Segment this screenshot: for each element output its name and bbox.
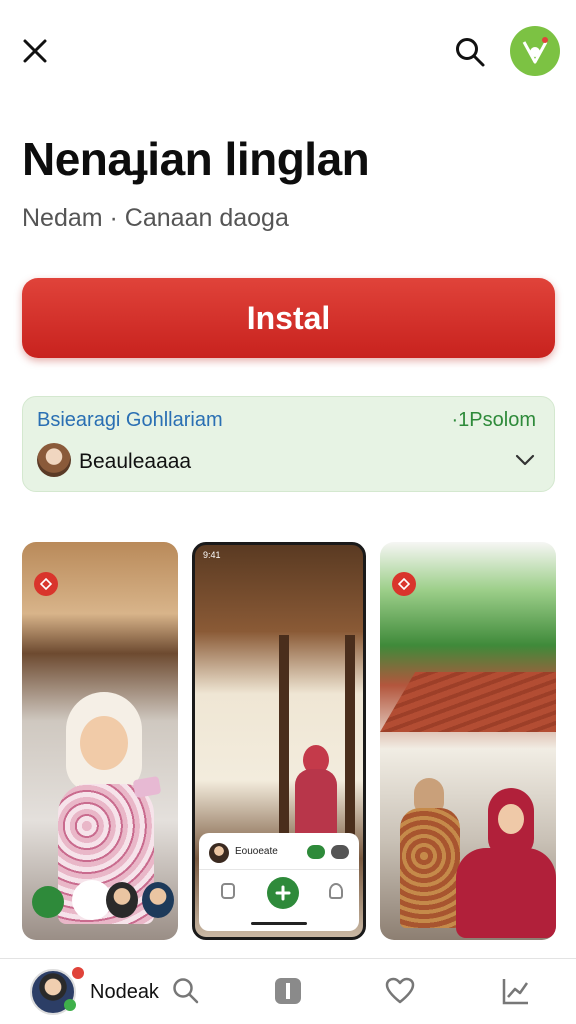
- developer-card[interactable]: Bsiearagi Gohllariam ·1Psolom Beauleaaaa: [22, 396, 555, 492]
- developer-avatar: [37, 443, 71, 477]
- screenshot-3[interactable]: [380, 542, 556, 940]
- pin-icon: [34, 572, 58, 596]
- developer-card-badge: ·1Psolom: [451, 409, 536, 431]
- search-button[interactable]: [448, 30, 492, 74]
- nav-search[interactable]: [168, 973, 204, 1009]
- contact-name: Eouoeate: [235, 846, 278, 857]
- nav-stats[interactable]: [498, 973, 534, 1009]
- add-icon: [267, 877, 299, 909]
- app-subtitle: Nedam · Canaan daoga: [22, 204, 289, 232]
- app-logo-icon: [522, 37, 548, 64]
- app-icon: [275, 978, 301, 1004]
- house-post: [279, 635, 289, 835]
- search-icon: [456, 38, 485, 67]
- online-badge: [64, 999, 76, 1011]
- install-button[interactable]: Instal: [22, 278, 555, 358]
- chart-icon: [502, 979, 529, 1005]
- pin-icon: [392, 572, 416, 596]
- notification-badge: [72, 967, 84, 979]
- close-button[interactable]: [14, 30, 56, 72]
- home-icon: [221, 883, 235, 899]
- home-indicator: [251, 922, 307, 925]
- screenshot-1[interactable]: [22, 542, 178, 940]
- chevron-down-icon[interactable]: [514, 449, 536, 471]
- video-icon: [331, 845, 349, 859]
- home-icon: [32, 886, 64, 918]
- profile-label[interactable]: Nodeak: [90, 981, 159, 1004]
- house-post: [345, 635, 355, 835]
- app-logo[interactable]: [510, 26, 560, 76]
- profile-icon: [329, 883, 343, 899]
- avatar: [209, 843, 229, 863]
- status-time: 9:41: [203, 550, 221, 560]
- developer-card-title: Bsiearagi Gohllariam: [37, 409, 223, 431]
- woman-figure: [456, 788, 556, 938]
- avatar: [106, 882, 138, 918]
- app-panel: Eouoeate: [199, 833, 359, 931]
- nav-apps[interactable]: [270, 973, 306, 1009]
- shot1-controls: [26, 874, 176, 930]
- close-icon: [23, 39, 47, 63]
- divider: [199, 869, 359, 870]
- screenshot-carousel[interactable]: 9:41 Eouoeate: [22, 542, 556, 952]
- woman-figure: [295, 745, 337, 840]
- screenshot-2[interactable]: 9:41 Eouoeate: [192, 542, 366, 940]
- app-title: Nenaɟian linglan: [22, 133, 370, 185]
- woman-figure: [400, 778, 460, 928]
- heart-icon: [385, 977, 415, 1004]
- call-icon: [307, 845, 325, 859]
- developer-name: Beauleaaaa: [79, 450, 192, 473]
- avatar: [142, 882, 174, 918]
- search-icon: [173, 978, 199, 1004]
- bottom-nav: Nodeak: [0, 958, 576, 1024]
- nav-favorites[interactable]: [382, 973, 418, 1009]
- top-bar: [0, 0, 576, 100]
- house-roof: [380, 672, 556, 732]
